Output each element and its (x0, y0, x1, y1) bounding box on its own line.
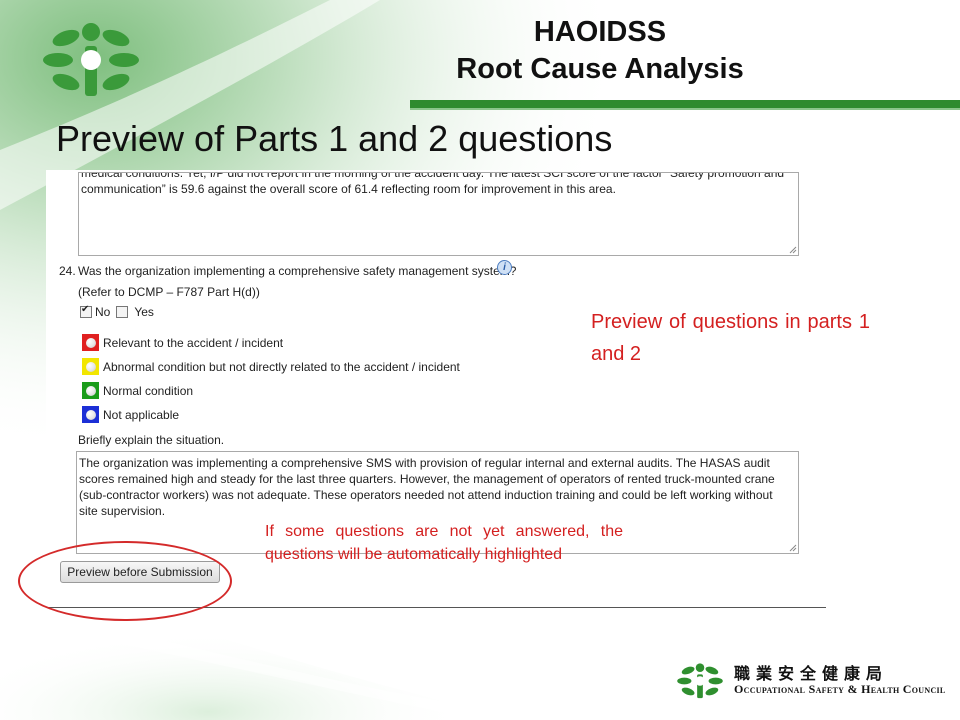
highlight-circle (18, 541, 232, 621)
question-text: Was the organization implementing a comp… (78, 264, 517, 278)
explanation-line: (sub-contractor workers) was not adequat… (79, 488, 773, 502)
brand-english-name: Occupational Safety & Health Council (734, 682, 946, 696)
explanation-line: scores remained high and steady for the … (79, 472, 775, 486)
legend-label: Not applicable (103, 407, 180, 422)
previous-answer-textarea[interactable]: medical conditions. Yet, I/P did not rep… (78, 172, 799, 256)
question-number: 24. (59, 264, 76, 278)
header-title-line1: HAOIDSS (533, 16, 667, 48)
legend-item-abnormal[interactable]: Abnormal condition but not directly rela… (82, 358, 460, 375)
oshc-branding: 職業安全健康局 Occupational Safety & Health Cou… (672, 660, 945, 702)
legend-item-normal[interactable]: Normal condition (82, 382, 193, 399)
question-reference: (Refer to DCMP – F787 Part H(d)) (78, 285, 260, 299)
answer-options: No Yes (80, 304, 154, 319)
annotation-preview-note: Preview of questions in parts 1 and 2 (591, 311, 870, 365)
explanation-line: The organization was implementing a comp… (79, 456, 770, 470)
oshc-logo (43, 23, 139, 96)
explain-label: Briefly explain the situation. (78, 433, 225, 447)
yes-checkbox[interactable] (116, 306, 129, 318)
yes-label: Yes (134, 305, 154, 319)
no-checkbox[interactable] (80, 304, 92, 318)
legend-item-not-applicable[interactable]: Not applicable (82, 406, 179, 423)
resize-grip-icon[interactable] (789, 246, 797, 254)
legend-label: Relevant to the accident / incident (103, 335, 284, 350)
header-title: HAOIDSS Root Cause Analysis (410, 10, 790, 84)
status-red-icon[interactable] (82, 334, 99, 351)
status-green-icon[interactable] (82, 382, 99, 399)
header-divider (410, 100, 960, 110)
status-blue-icon[interactable] (82, 406, 99, 423)
legend-item-relevant[interactable]: Relevant to the accident / incident (82, 334, 283, 351)
oshc-logo-small (677, 663, 723, 699)
explanation-line: site supervision. (79, 504, 166, 518)
status-yellow-icon[interactable] (82, 358, 99, 375)
header-title-line2: Root Cause Analysis (456, 53, 744, 85)
no-label: No (95, 305, 111, 319)
slide-title: Preview of Parts 1 and 2 questions (56, 118, 613, 159)
resize-grip-icon[interactable] (789, 544, 797, 552)
previous-answer-line: medical conditions. Yet, I/P did not rep… (81, 172, 785, 180)
brand-chinese-name: 職業安全健康局 (734, 664, 889, 683)
previous-answer-line: communication” is 59.6 against the overa… (81, 182, 616, 196)
legend-label: Normal condition (103, 383, 194, 398)
legend-label: Abnormal condition but not directly rela… (103, 359, 460, 374)
info-icon[interactable]: i (497, 260, 512, 275)
annotation-highlight-note: If some questions are not yet answered, … (265, 523, 623, 563)
